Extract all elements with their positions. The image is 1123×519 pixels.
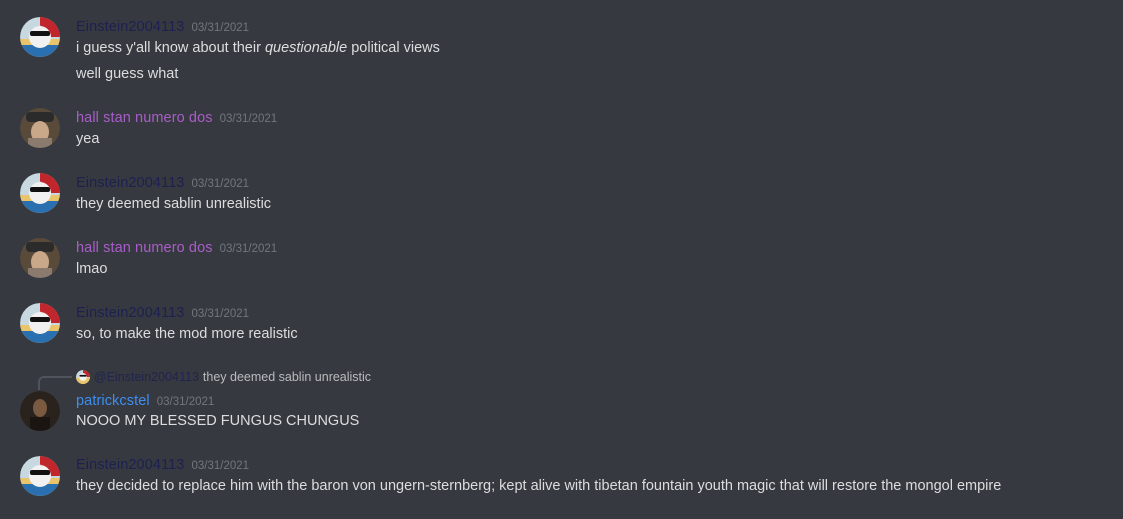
message-text: i guess y'all know about their questiona…	[76, 40, 440, 56]
reply-text[interactable]: they deemed sablin unrealistic	[203, 370, 371, 384]
username[interactable]: hall stan numero dos	[76, 240, 213, 256]
username[interactable]: Einstein2004113	[76, 175, 184, 191]
timestamp: 03/31/2021	[219, 113, 278, 125]
timestamp: 03/31/2021	[191, 22, 250, 34]
message-text: they decided to replace him with the bar…	[76, 478, 1002, 494]
reply-reference[interactable]: @Einstein2004113 they deemed sablin unre…	[76, 369, 371, 385]
message-text: lmao	[76, 261, 108, 277]
username[interactable]: Einstein2004113	[76, 457, 184, 473]
ball-flag-avatar[interactable]	[20, 456, 60, 496]
username[interactable]: hall stan numero dos	[76, 110, 213, 126]
timestamp: 03/31/2021	[191, 308, 250, 320]
ball-flag-avatar[interactable]	[20, 303, 60, 343]
message-text: NOOO MY BLESSED FUNGUS CHUNGUS	[76, 413, 360, 429]
ball-flag-avatar[interactable]	[20, 173, 60, 213]
username[interactable]: patrickcstel	[76, 393, 150, 409]
message-text: yea	[76, 131, 100, 147]
username[interactable]: Einstein2004113	[76, 305, 184, 321]
photo-avatar[interactable]	[20, 238, 60, 278]
timestamp: 03/31/2021	[191, 460, 250, 472]
reply-username[interactable]: @Einstein2004113	[94, 370, 199, 384]
ball-flag-avatar	[76, 370, 90, 384]
message-text: they deemed sablin unrealistic	[76, 196, 272, 212]
message-text: so, to make the mod more realistic	[76, 326, 298, 342]
photo-avatar[interactable]	[20, 108, 60, 148]
message-text: well guess what	[76, 66, 179, 82]
ball-flag-avatar[interactable]	[20, 17, 60, 57]
timestamp: 03/31/2021	[219, 243, 278, 255]
username[interactable]: Einstein2004113	[76, 19, 184, 35]
timestamp: 03/31/2021	[156, 396, 215, 408]
dark-photo-avatar[interactable]	[20, 391, 60, 431]
timestamp: 03/31/2021	[191, 178, 250, 190]
reply-spine	[38, 376, 72, 390]
